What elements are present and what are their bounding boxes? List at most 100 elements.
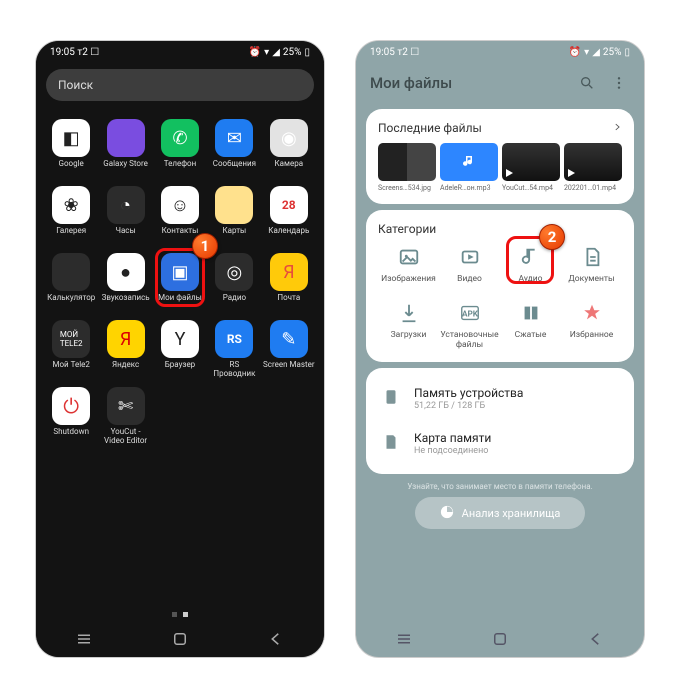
- nav-home-icon[interactable]: [491, 630, 509, 652]
- app-shutdown[interactable]: ⏻Shutdown: [45, 381, 97, 446]
- app-galaxy-store-icon: [107, 119, 145, 157]
- storage-sdcard[interactable]: Карта памятиНе подсоединено: [378, 425, 622, 462]
- app-label: Google: [59, 160, 84, 178]
- cat-favorites-icon: [579, 300, 605, 326]
- cat-archives[interactable]: Сжатые: [500, 300, 561, 350]
- app-google[interactable]: ◧Google: [45, 113, 97, 178]
- storage-sub: Не подсоединено: [414, 446, 491, 456]
- search-placeholder: Поиск: [58, 78, 93, 92]
- page-indicator: [36, 612, 324, 617]
- app-label: Камера: [275, 160, 304, 178]
- cat-apk-icon: APK: [457, 300, 483, 326]
- battery-icon: ▯: [304, 47, 310, 58]
- status-right: ⏰ ▾ ◢ 25% ▯: [249, 47, 310, 58]
- chevron-right-icon[interactable]: [612, 121, 622, 135]
- app-calculator[interactable]: Калькулятор: [45, 247, 97, 312]
- app-browser[interactable]: YБраузер: [154, 314, 206, 379]
- recent-files-header[interactable]: Последние файлы: [378, 121, 482, 135]
- cat-images[interactable]: Изображения: [378, 244, 439, 284]
- nav-recent-icon[interactable]: [395, 630, 413, 652]
- myfiles-header: Мои файлы: [356, 63, 644, 103]
- app-calculator-icon: [52, 253, 90, 291]
- app-label: Галерея: [56, 227, 86, 245]
- app-label: Калькулятор: [47, 294, 95, 312]
- recent-thumb: [378, 143, 436, 181]
- category-label: Документы: [568, 275, 614, 284]
- app-yandex-icon: Я: [107, 320, 145, 358]
- app-radio[interactable]: ◎Радио: [208, 247, 260, 312]
- app-label: Сообщения: [213, 160, 256, 178]
- wifi-icon: ▾: [264, 47, 269, 58]
- app-label: Календарь: [268, 227, 309, 245]
- storage-title: Память устройства: [414, 386, 523, 400]
- app-messages[interactable]: ✉Сообщения: [208, 113, 260, 178]
- search-input[interactable]: Поиск: [46, 69, 314, 101]
- app-mail[interactable]: ЯПочта: [263, 247, 315, 312]
- category-label: Установочные файлы: [439, 331, 500, 350]
- phone-my-files: 19:05 т2 ☐ ⏰ ▾ ◢ 25% ▯ Мои файлы Последн…: [355, 40, 645, 658]
- battery-icon: ▯: [624, 47, 630, 58]
- recent-item[interactable]: 202201…01.mp4: [564, 143, 622, 192]
- app-yandex[interactable]: Я Яндекс: [100, 314, 152, 379]
- app-galaxy-store[interactable]: Galaxy Store: [100, 113, 152, 178]
- status-time: 19:05 т2 ☐: [370, 47, 419, 58]
- app-screen-master[interactable]: ✎Screen Master: [263, 314, 315, 379]
- app-label: Яндекс: [112, 361, 139, 379]
- cat-apk[interactable]: APK Установочные файлы: [439, 300, 500, 350]
- app-maps[interactable]: Карты: [208, 180, 260, 245]
- recent-files-row: Screens…534.jpg AdeleR…он.mp3 YouCut…54.mp…: [378, 143, 622, 192]
- categories-grid: ИзображенияВидеоАудио2 Документы Загрузки A…: [378, 244, 622, 350]
- recent-thumb: [564, 143, 622, 181]
- cat-favorites[interactable]: Избранное: [561, 300, 622, 350]
- category-label: Сжатые: [515, 331, 547, 340]
- analyse-storage-button[interactable]: Анализ хранилища: [415, 497, 585, 529]
- app-tele2-icon: МОЙTELE2: [52, 320, 90, 358]
- cat-video-icon: [457, 244, 483, 270]
- app-youcut-icon: ✄: [107, 387, 145, 425]
- app-radio-icon: ◎: [215, 253, 253, 291]
- cat-images-icon: [396, 244, 422, 270]
- nav-back-icon[interactable]: [267, 630, 285, 652]
- nav-recent-icon[interactable]: [75, 630, 93, 652]
- search-icon[interactable]: [576, 72, 598, 94]
- menu-icon[interactable]: [608, 72, 630, 94]
- recent-item[interactable]: Screens…534.jpg: [378, 143, 436, 192]
- app-rs-explorer[interactable]: RSRS Проводник: [208, 314, 260, 379]
- category-label: Загрузки: [391, 331, 427, 340]
- category-label: Избранное: [570, 331, 614, 340]
- app-recorder[interactable]: ●Звукозапись: [100, 247, 152, 312]
- recent-thumb: [502, 143, 560, 181]
- page-title: Мои файлы: [370, 74, 566, 92]
- cat-documents[interactable]: Документы: [561, 244, 622, 284]
- app-label: YouCut - Video Editor: [100, 428, 152, 446]
- app-label: Screen Master: [263, 361, 315, 379]
- cat-documents-icon: [579, 244, 605, 270]
- app-gallery-icon: ❀: [52, 186, 90, 224]
- app-phone[interactable]: ✆Телефон: [154, 113, 206, 178]
- app-my-files[interactable]: ▣Мои файлы1: [154, 247, 206, 312]
- battery-percent: 25%: [283, 47, 302, 58]
- signal-icon: ◢: [592, 47, 600, 58]
- cat-video[interactable]: Видео: [439, 244, 500, 284]
- storage-hint: Узнайте, что занимает место в памяти тел…: [356, 482, 644, 491]
- app-camera[interactable]: ◉Камера: [263, 113, 315, 178]
- app-clock[interactable]: ◔Часы: [100, 180, 152, 245]
- app-calendar[interactable]: 28Календарь: [263, 180, 315, 245]
- recent-item[interactable]: YouCut…54.mp4: [502, 143, 560, 192]
- app-tele2[interactable]: МОЙTELE2 Мой Tele2: [45, 314, 97, 379]
- app-label: Мой Tele2: [52, 361, 89, 379]
- recent-item[interactable]: AdeleR…он.mp3: [440, 143, 498, 192]
- app-label: Часы: [115, 227, 135, 245]
- cat-audio[interactable]: Аудио2: [500, 244, 561, 284]
- app-youcut[interactable]: ✄ YouCut - Video Editor: [100, 381, 152, 446]
- recent-caption: YouCut…54.mp4: [502, 184, 560, 192]
- app-rs-explorer-icon: RS: [215, 320, 253, 358]
- recent-caption: Screens…534.jpg: [378, 184, 436, 192]
- storage-internal[interactable]: Память устройства51,22 ГБ / 128 ГБ: [378, 380, 622, 417]
- app-gallery[interactable]: ❀ Галерея: [45, 180, 97, 245]
- nav-home-icon[interactable]: [171, 630, 189, 652]
- nav-back-icon[interactable]: [587, 630, 605, 652]
- cat-downloads[interactable]: Загрузки: [378, 300, 439, 350]
- cat-archives-icon: [518, 300, 544, 326]
- category-label: Аудио: [518, 275, 542, 284]
